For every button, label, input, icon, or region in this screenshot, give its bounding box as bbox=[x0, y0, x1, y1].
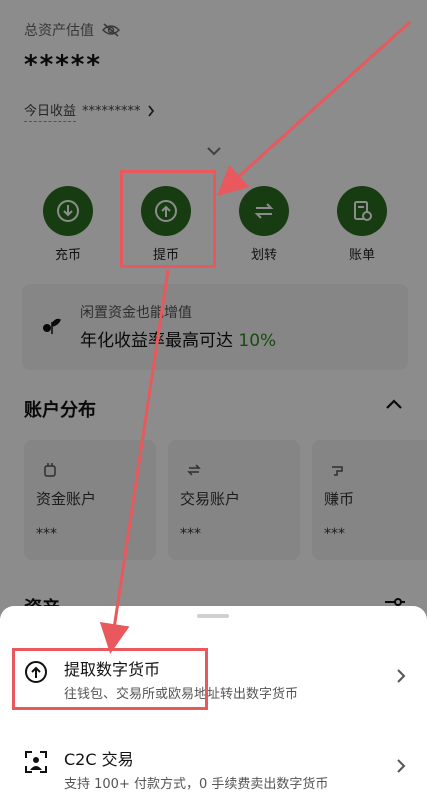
chevron-right-icon bbox=[397, 669, 406, 683]
c2c-trade-option[interactable]: C2C 交易 支持 100+ 付款方式，0 手续费卖出数字货币 bbox=[0, 736, 427, 806]
sheet-drag-handle[interactable] bbox=[197, 614, 229, 618]
withdraw-crypto-highlight-box bbox=[12, 648, 208, 710]
c2c-icon bbox=[25, 751, 47, 773]
option-title: C2C 交易 bbox=[64, 750, 134, 769]
withdraw-highlight-box bbox=[120, 170, 216, 268]
chevron-right-icon bbox=[397, 759, 406, 773]
option-subtitle: 支持 100+ 付款方式，0 手续费卖出数字货币 bbox=[64, 777, 329, 792]
